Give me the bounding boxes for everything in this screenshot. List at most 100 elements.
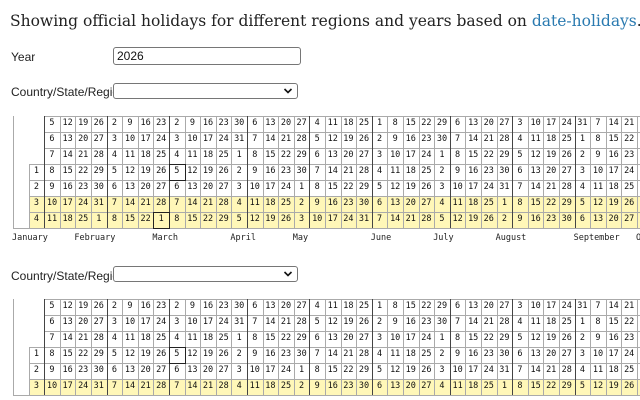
day-cell: 4 xyxy=(517,317,523,327)
weekend-day-cell: 13 xyxy=(387,196,403,212)
day-cell: 31 xyxy=(234,134,245,144)
week-row-divider xyxy=(28,363,640,364)
intro-sentence: Showing official holidays for different … xyxy=(10,12,532,30)
week-row-divider xyxy=(44,116,640,117)
week-column-divider xyxy=(434,116,436,228)
day-cell: 31 xyxy=(499,365,510,375)
week-row-divider xyxy=(28,164,640,165)
day-cell: 10 xyxy=(592,349,604,359)
day-cell: 3 xyxy=(236,365,242,375)
week-column-divider xyxy=(590,299,592,395)
weekend-day-cell: 24 xyxy=(75,379,91,395)
day-cell: 8 xyxy=(314,182,320,192)
day-cell: 20 xyxy=(343,333,354,343)
day-cell: 17 xyxy=(405,333,416,343)
weekend-day-cell: 20 xyxy=(403,379,419,395)
day-cell: 12 xyxy=(530,150,541,160)
day-cell: 18 xyxy=(608,182,619,192)
day-cell: 3 xyxy=(174,134,180,144)
day-cell: 16 xyxy=(405,134,416,144)
day-cell: 3 xyxy=(439,365,445,375)
region-select-2[interactable] xyxy=(113,266,298,282)
month-separator xyxy=(106,299,108,395)
weekend-day-cell: 28 xyxy=(215,196,232,212)
day-cell: 19 xyxy=(405,182,416,192)
weekend-day-cell: 18 xyxy=(59,212,76,228)
week-column-divider xyxy=(59,116,61,228)
week-column-divider xyxy=(200,116,202,228)
weekend-day-cell: 9 xyxy=(512,212,528,228)
day-cell: 13 xyxy=(187,182,198,192)
day-cell: 7 xyxy=(517,182,523,192)
day-cell: 13 xyxy=(468,301,479,311)
day-cell: 24 xyxy=(156,317,167,327)
day-cell: 24 xyxy=(421,333,432,343)
weekend-day-cell: 24 xyxy=(340,212,357,228)
date-holidays-link[interactable]: date-holidays xyxy=(532,12,637,30)
week-row-divider xyxy=(28,180,640,181)
day-cell: 2 xyxy=(236,166,242,176)
day-cell: 22 xyxy=(624,317,635,327)
day-cell: 3 xyxy=(377,333,383,343)
day-cell: 17 xyxy=(140,317,151,327)
day-cell: 7 xyxy=(314,349,320,359)
weekend-day-cell: 4 xyxy=(231,196,247,212)
day-cell: 25 xyxy=(624,182,635,192)
day-cell: 13 xyxy=(468,118,479,128)
weekend-day-cell: 25 xyxy=(75,212,91,228)
day-cell: 29 xyxy=(499,333,510,343)
week-column-divider xyxy=(403,116,404,228)
weekend-day-cell: 20 xyxy=(403,196,419,212)
day-cell: 22 xyxy=(343,365,354,375)
day-cell: 27 xyxy=(358,333,370,343)
day-cell: 1 xyxy=(377,301,383,311)
day-cell: 10 xyxy=(124,317,136,327)
day-cell: 27 xyxy=(296,118,307,128)
day-cell: 23 xyxy=(624,333,635,343)
week-column-divider xyxy=(559,116,560,228)
day-cell: 2 xyxy=(439,166,445,176)
weekend-day-cell: 1 xyxy=(496,196,513,212)
weekend-day-cell: 16 xyxy=(527,212,544,228)
weekend-day-cell: 26 xyxy=(621,196,637,212)
day-cell: 2 xyxy=(236,349,242,359)
day-cell: 11 xyxy=(124,333,136,343)
day-cell: 11 xyxy=(327,118,338,128)
week-column-divider xyxy=(559,299,560,395)
day-cell: 1 xyxy=(236,150,242,160)
region-select[interactable] xyxy=(113,83,298,99)
weekend-day-cell: 28 xyxy=(153,196,169,212)
day-cell: 21 xyxy=(78,150,89,160)
year-input[interactable]: 2026 xyxy=(113,47,301,65)
day-cell: 10 xyxy=(452,365,463,375)
weekend-day-cell: 5 xyxy=(434,212,450,228)
day-cell: 28 xyxy=(561,182,572,192)
day-cell: 13 xyxy=(530,166,541,176)
weekend-day-cell: 7 xyxy=(106,196,123,212)
day-cell: 7 xyxy=(517,365,523,375)
day-cell: 19 xyxy=(546,150,557,160)
weekend-day-cell: 22 xyxy=(200,212,216,228)
month-separator xyxy=(247,116,248,228)
day-cell: 17 xyxy=(405,150,416,160)
week-column-divider xyxy=(621,299,623,395)
day-cell: 12 xyxy=(187,166,198,176)
weekend-day-cell: 22 xyxy=(543,196,559,212)
day-cell: 13 xyxy=(265,301,276,311)
day-cell: 1 xyxy=(579,317,585,327)
weekend-day-cell: 27 xyxy=(418,196,435,212)
weekend-day-cell: 27 xyxy=(621,212,637,228)
day-cell: 27 xyxy=(561,349,572,359)
year-label: Year xyxy=(11,50,36,64)
weekend-day-cell: 22 xyxy=(543,379,559,395)
weekend-day-cell: 11 xyxy=(247,379,263,395)
day-cell: 13 xyxy=(62,317,73,327)
day-cell: 1 xyxy=(439,333,445,343)
day-cell: 13 xyxy=(327,333,338,343)
day-cell: 23 xyxy=(156,118,167,128)
day-cell: 2 xyxy=(579,333,585,343)
week-column-divider xyxy=(262,299,264,395)
day-cell: 14 xyxy=(530,182,541,192)
day-cell: 21 xyxy=(483,134,494,144)
day-cell: 25 xyxy=(358,301,370,311)
